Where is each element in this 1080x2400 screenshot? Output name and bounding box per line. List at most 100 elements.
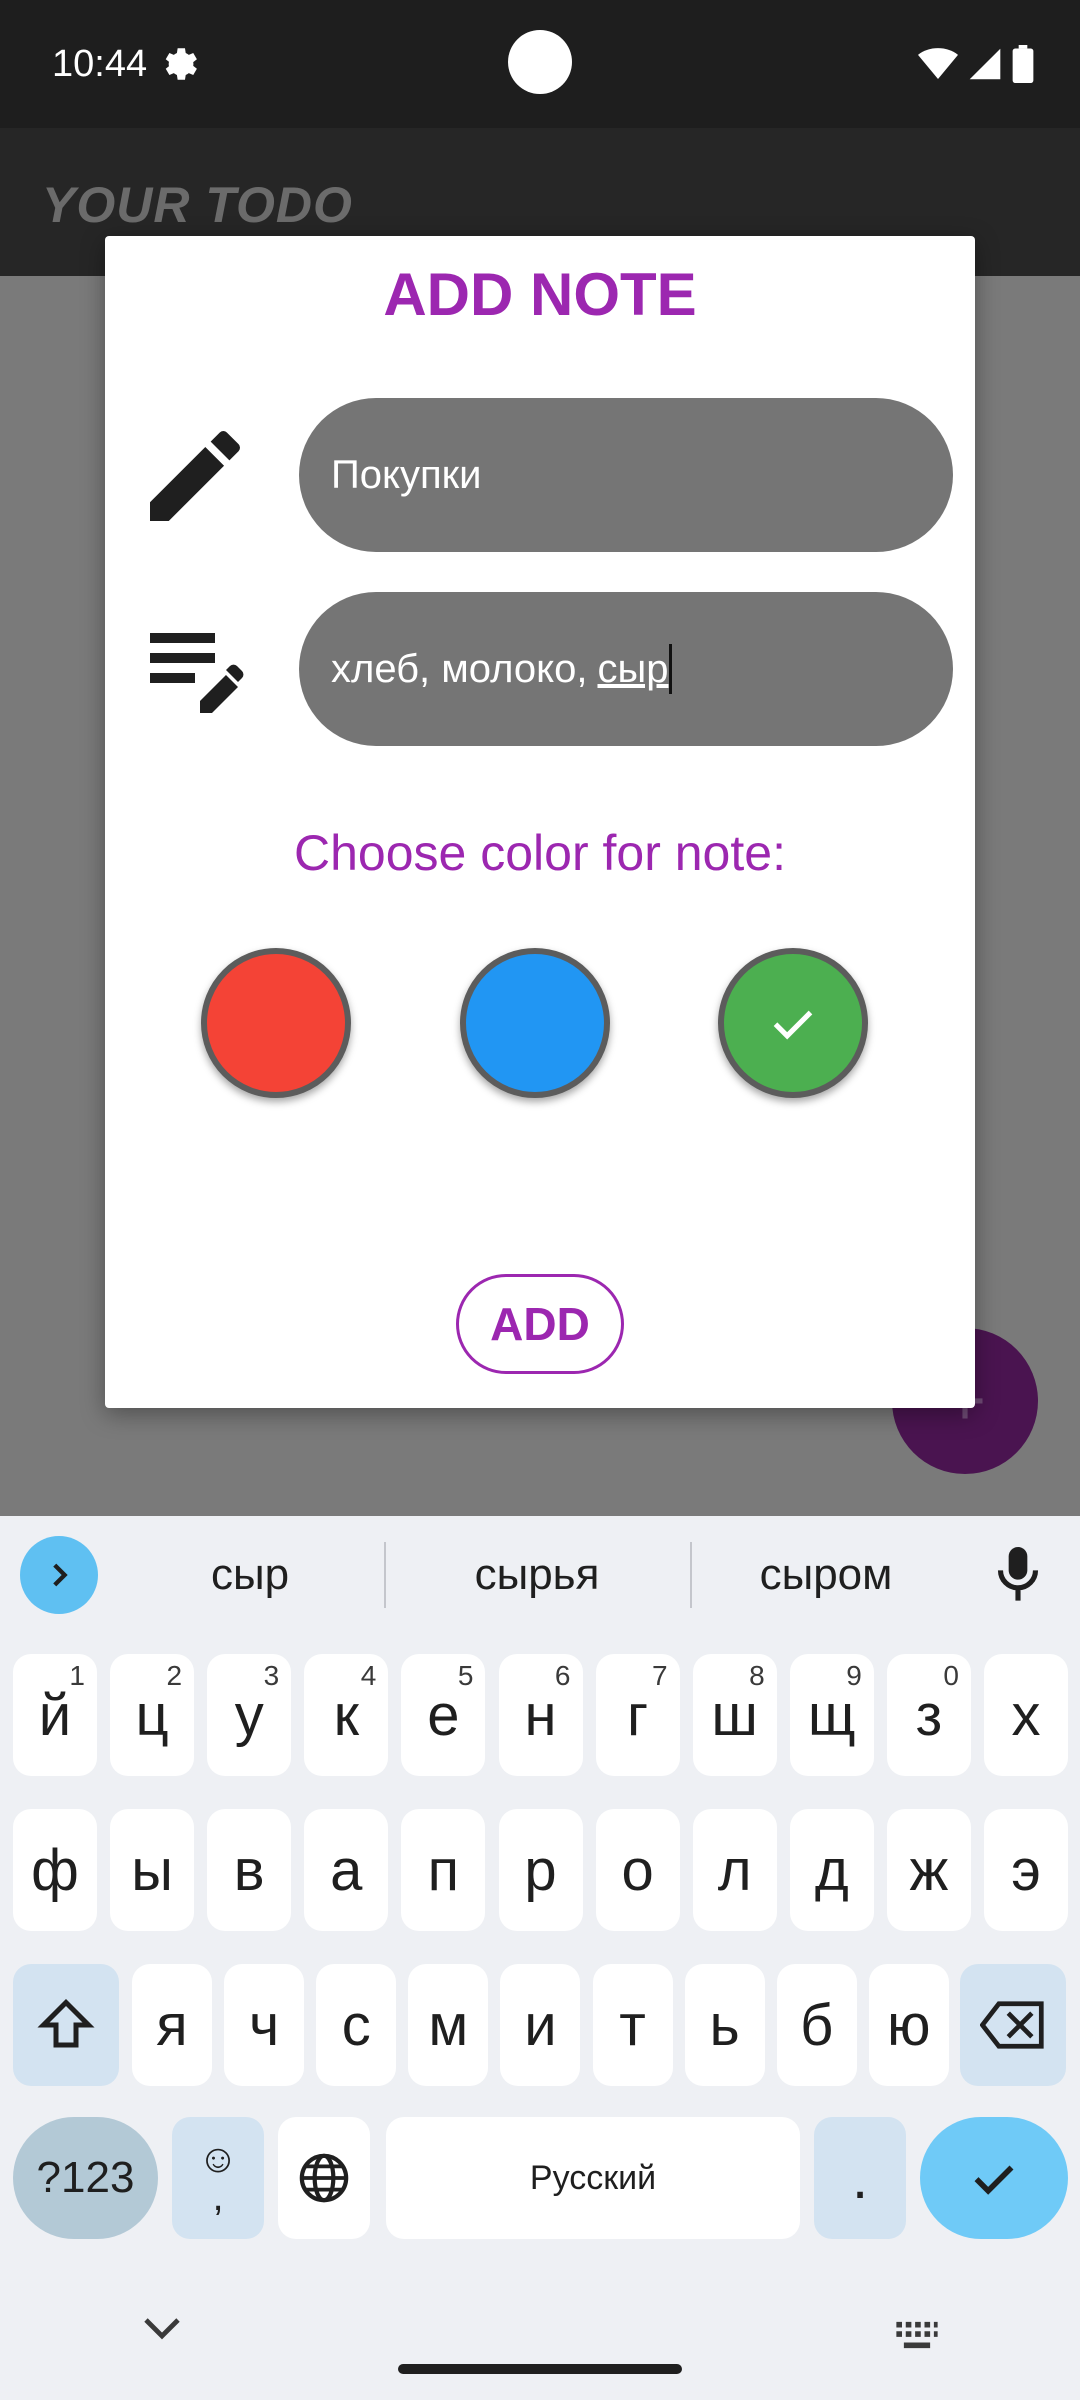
- note-title-value: Покупки: [331, 452, 482, 497]
- key-э[interactable]: э: [984, 1809, 1068, 1931]
- key-й[interactable]: й1: [13, 1654, 97, 1776]
- key-label: с: [341, 1992, 371, 2058]
- note-description-value: хлеб, молоко,: [331, 646, 588, 691]
- key-label: ч: [248, 1992, 280, 2058]
- key-label: т: [619, 1992, 646, 2058]
- key-ц[interactable]: ц2: [110, 1654, 195, 1776]
- key-label: ф: [31, 1837, 79, 1903]
- key-щ[interactable]: щ9: [789, 1654, 874, 1776]
- space-key[interactable]: Русский: [386, 2117, 800, 2239]
- language-key[interactable]: [278, 2117, 370, 2239]
- color-option-green[interactable]: [718, 948, 868, 1098]
- key-х[interactable]: х: [984, 1654, 1068, 1776]
- key-ы[interactable]: ы: [110, 1809, 195, 1931]
- enter-key[interactable]: [920, 2117, 1068, 2239]
- key-г[interactable]: г7: [595, 1654, 680, 1776]
- key-label: з: [915, 1682, 943, 1748]
- key-label: б: [800, 1992, 834, 2058]
- note-title-input[interactable]: Покупки: [299, 398, 953, 552]
- keyboard-switch-icon[interactable]: [894, 2320, 940, 2350]
- text-caret: [669, 644, 673, 694]
- composing-text: сыр: [597, 646, 669, 691]
- chevron-right-icon: [53, 1563, 68, 1587]
- key-label: ь: [709, 1992, 740, 2058]
- note-description-input[interactable]: хлеб, молоко, сыр: [299, 592, 953, 746]
- add-button[interactable]: ADD: [456, 1274, 624, 1374]
- key-hint: 0: [943, 1660, 959, 1691]
- suggestion-divider: [690, 1542, 692, 1608]
- suggestion-2[interactable]: сырья: [400, 1538, 674, 1612]
- key-label: ю: [887, 1992, 931, 2058]
- key-я[interactable]: я: [132, 1964, 212, 2086]
- key-label: ц: [135, 1682, 169, 1748]
- key-label: л: [717, 1837, 752, 1903]
- key-hint: 3: [263, 1660, 280, 1691]
- suggestion-1[interactable]: сыр: [130, 1538, 370, 1612]
- key-label: я: [156, 1992, 188, 2058]
- key-у[interactable]: у3: [207, 1654, 292, 1776]
- key-label: о: [621, 1837, 654, 1903]
- backspace-icon: [980, 2001, 1044, 2049]
- hide-keyboard-icon[interactable]: [142, 2316, 182, 2340]
- key-ф[interactable]: ф: [13, 1809, 97, 1931]
- key-hint: 9: [846, 1660, 862, 1691]
- key-label: ж: [909, 1837, 949, 1903]
- pencil-icon: [150, 430, 241, 521]
- key-к[interactable]: к4: [304, 1654, 389, 1776]
- key-т[interactable]: т: [592, 1964, 673, 2086]
- app-title: YOUR TODO: [42, 177, 353, 233]
- key-а[interactable]: а: [304, 1809, 389, 1931]
- color-option-blue[interactable]: [460, 948, 610, 1098]
- battery-icon: [1012, 45, 1034, 83]
- key-label: к: [333, 1682, 359, 1748]
- key-з[interactable]: з0: [886, 1654, 971, 1776]
- key-в[interactable]: в: [207, 1809, 292, 1931]
- key-label: е: [427, 1682, 460, 1748]
- status-icons: [918, 40, 1034, 88]
- check-icon: [773, 1010, 813, 1040]
- key-label: и: [524, 1992, 557, 2058]
- key-label: р: [524, 1837, 557, 1903]
- symbols-key[interactable]: ?123: [13, 2117, 158, 2239]
- key-с[interactable]: с: [316, 1964, 397, 2086]
- shift-key[interactable]: [13, 1964, 119, 2086]
- key-ь[interactable]: ь: [684, 1964, 765, 2086]
- microphone-icon[interactable]: [990, 1544, 1046, 1606]
- key-ч[interactable]: ч: [224, 1964, 305, 2086]
- suggestion-divider: [384, 1542, 386, 1608]
- add-note-dialog: ADD NOTE Покупки хлеб, молоко, сыр Choos…: [105, 236, 975, 1408]
- key-label: п: [427, 1837, 460, 1903]
- key-hint: 4: [360, 1660, 377, 1691]
- dialog-title: ADD NOTE: [383, 261, 697, 328]
- key-р[interactable]: р: [498, 1809, 583, 1931]
- key-е[interactable]: е5: [401, 1654, 486, 1776]
- key-м[interactable]: м: [408, 1964, 489, 2086]
- color-option-red[interactable]: [201, 948, 351, 1098]
- key-б[interactable]: б: [776, 1964, 857, 2086]
- key-ж[interactable]: ж: [886, 1809, 971, 1931]
- suggestion-3[interactable]: сыром: [706, 1538, 946, 1612]
- key-д[interactable]: д: [789, 1809, 874, 1931]
- key-о[interactable]: о: [595, 1809, 680, 1931]
- key-hint: 6: [554, 1660, 571, 1691]
- key-н[interactable]: н6: [498, 1654, 583, 1776]
- key-label: а: [330, 1837, 363, 1903]
- key-ш[interactable]: ш8: [692, 1654, 777, 1776]
- gesture-nav-bar[interactable]: [398, 2364, 682, 2374]
- backspace-key[interactable]: [960, 1964, 1066, 2086]
- emoji-comma-key[interactable]: ☺ ,: [172, 2117, 264, 2239]
- key-label: ы: [131, 1837, 173, 1903]
- key-ю[interactable]: ю: [868, 1964, 949, 2086]
- period-key[interactable]: .: [814, 2117, 906, 2239]
- soft-keyboard: сыр сырья сыром й1ц2у3к4е5н6г7ш8щ9з0х фы…: [0, 1516, 1080, 2400]
- status-bar: 10:44: [0, 0, 1080, 128]
- key-hint: 5: [457, 1660, 474, 1691]
- key-label: м: [428, 1992, 469, 2058]
- key-л[interactable]: л: [692, 1809, 777, 1931]
- suggestions-expand-button[interactable]: [20, 1536, 98, 1614]
- key-label: г: [627, 1682, 649, 1748]
- gear-icon: [165, 48, 197, 80]
- key-и[interactable]: и: [500, 1964, 581, 2086]
- comma-label: ,: [212, 2175, 224, 2219]
- key-п[interactable]: п: [401, 1809, 486, 1931]
